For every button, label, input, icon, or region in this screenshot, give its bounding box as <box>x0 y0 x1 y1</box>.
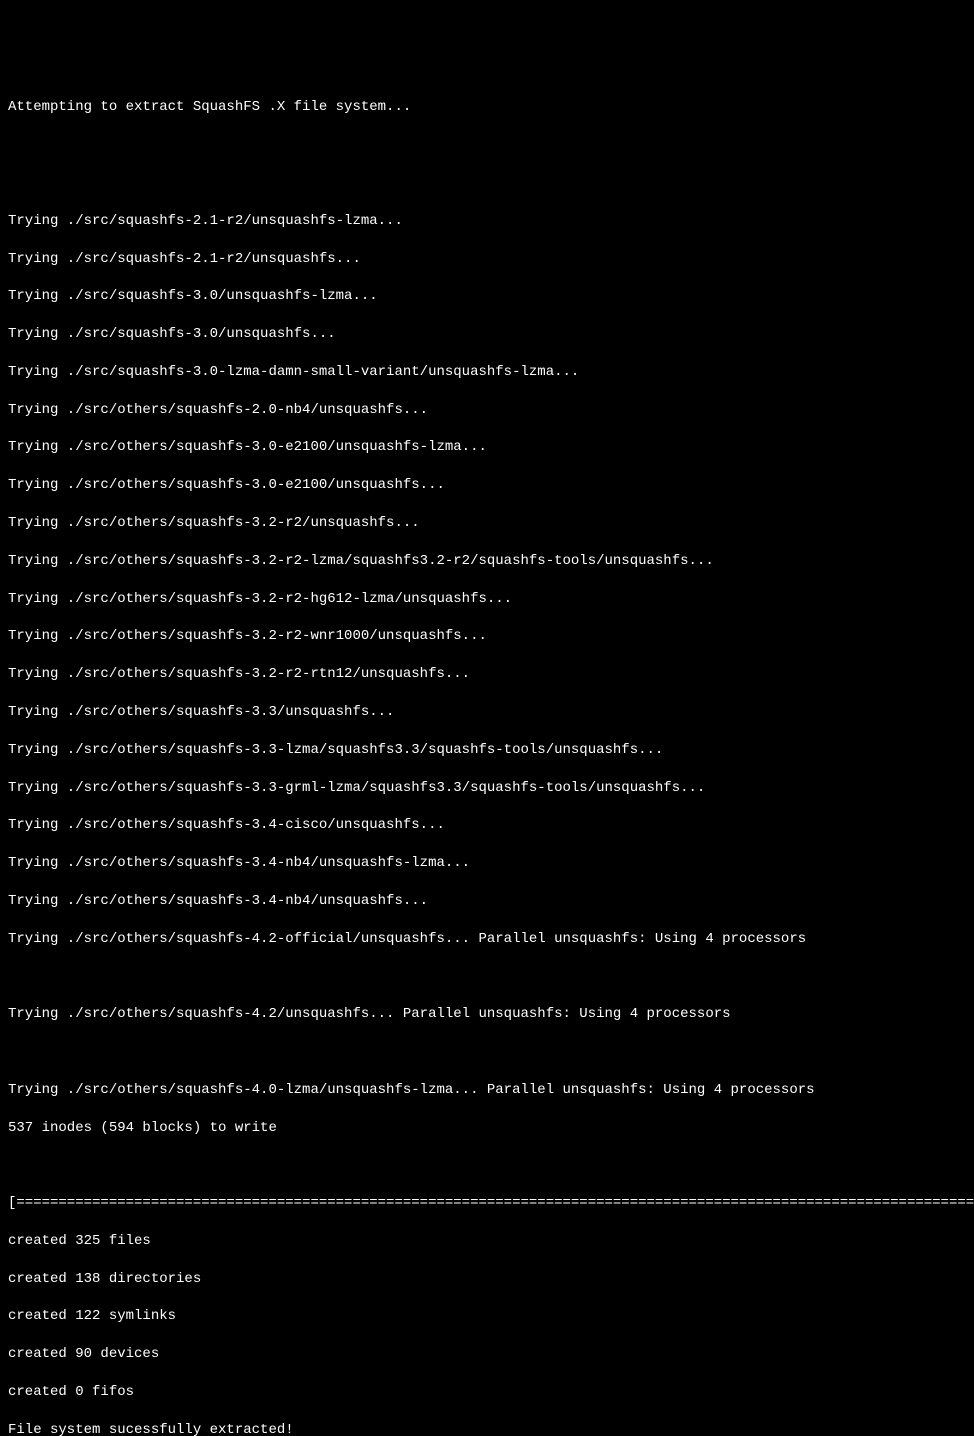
blank-line <box>8 1156 966 1175</box>
trying-line: Trying ./src/others/squashfs-3.4-nb4/uns… <box>8 892 966 911</box>
terminal-output: Attempting to extract SquashFS .X file s… <box>8 80 966 1436</box>
success-line: File system sucessfully extracted! <box>8 1421 966 1436</box>
trying-line: Trying ./src/others/squashfs-2.0-nb4/uns… <box>8 401 966 420</box>
trying-line: Trying ./src/others/squashfs-3.0-e2100/u… <box>8 438 966 457</box>
progress-bar: [=======================================… <box>8 1194 966 1213</box>
trying-line: Trying ./src/others/squashfs-3.2-r2-wnr1… <box>8 627 966 646</box>
trying-line: Trying ./src/others/squashfs-3.2-r2-rtn1… <box>8 665 966 684</box>
trying-line: Trying ./src/others/squashfs-3.3-grml-lz… <box>8 779 966 798</box>
parallel-line: Trying ./src/others/squashfs-4.2/unsquas… <box>8 1005 966 1024</box>
trying-line: Trying ./src/others/squashfs-4.2-officia… <box>8 930 966 949</box>
summary-line: created 138 directories <box>8 1270 966 1289</box>
blank-line <box>8 174 966 193</box>
blank-line <box>8 136 966 155</box>
summary-line: created 0 fifos <box>8 1383 966 1402</box>
trying-line: Trying ./src/squashfs-2.1-r2/unsquashfs.… <box>8 250 966 269</box>
trying-line: Trying ./src/others/squashfs-3.2-r2-hg61… <box>8 590 966 609</box>
parallel-line: Trying ./src/others/squashfs-4.0-lzma/un… <box>8 1081 966 1100</box>
trying-line: Trying ./src/others/squashfs-3.0-e2100/u… <box>8 476 966 495</box>
trying-line: Trying ./src/others/squashfs-3.2-r2/unsq… <box>8 514 966 533</box>
trying-line: Trying ./src/squashfs-3.0/unsquashfs... <box>8 325 966 344</box>
summary-line: created 325 files <box>8 1232 966 1251</box>
blank-line <box>8 1043 966 1062</box>
header-line: Attempting to extract SquashFS .X file s… <box>8 98 966 117</box>
trying-line: Trying ./src/squashfs-2.1-r2/unsquashfs-… <box>8 212 966 231</box>
trying-line: Trying ./src/others/squashfs-3.3-lzma/sq… <box>8 741 966 760</box>
trying-line: Trying ./src/others/squashfs-3.4-cisco/u… <box>8 816 966 835</box>
inodes-line: 537 inodes (594 blocks) to write <box>8 1119 966 1138</box>
trying-line: Trying ./src/others/squashfs-3.2-r2-lzma… <box>8 552 966 571</box>
blank-line <box>8 967 966 986</box>
summary-line: created 90 devices <box>8 1345 966 1364</box>
trying-line: Trying ./src/squashfs-3.0/unsquashfs-lzm… <box>8 287 966 306</box>
trying-line: Trying ./src/others/squashfs-3.4-nb4/uns… <box>8 854 966 873</box>
summary-line: created 122 symlinks <box>8 1307 966 1326</box>
trying-line: Trying ./src/others/squashfs-3.3/unsquas… <box>8 703 966 722</box>
trying-line: Trying ./src/squashfs-3.0-lzma-damn-smal… <box>8 363 966 382</box>
